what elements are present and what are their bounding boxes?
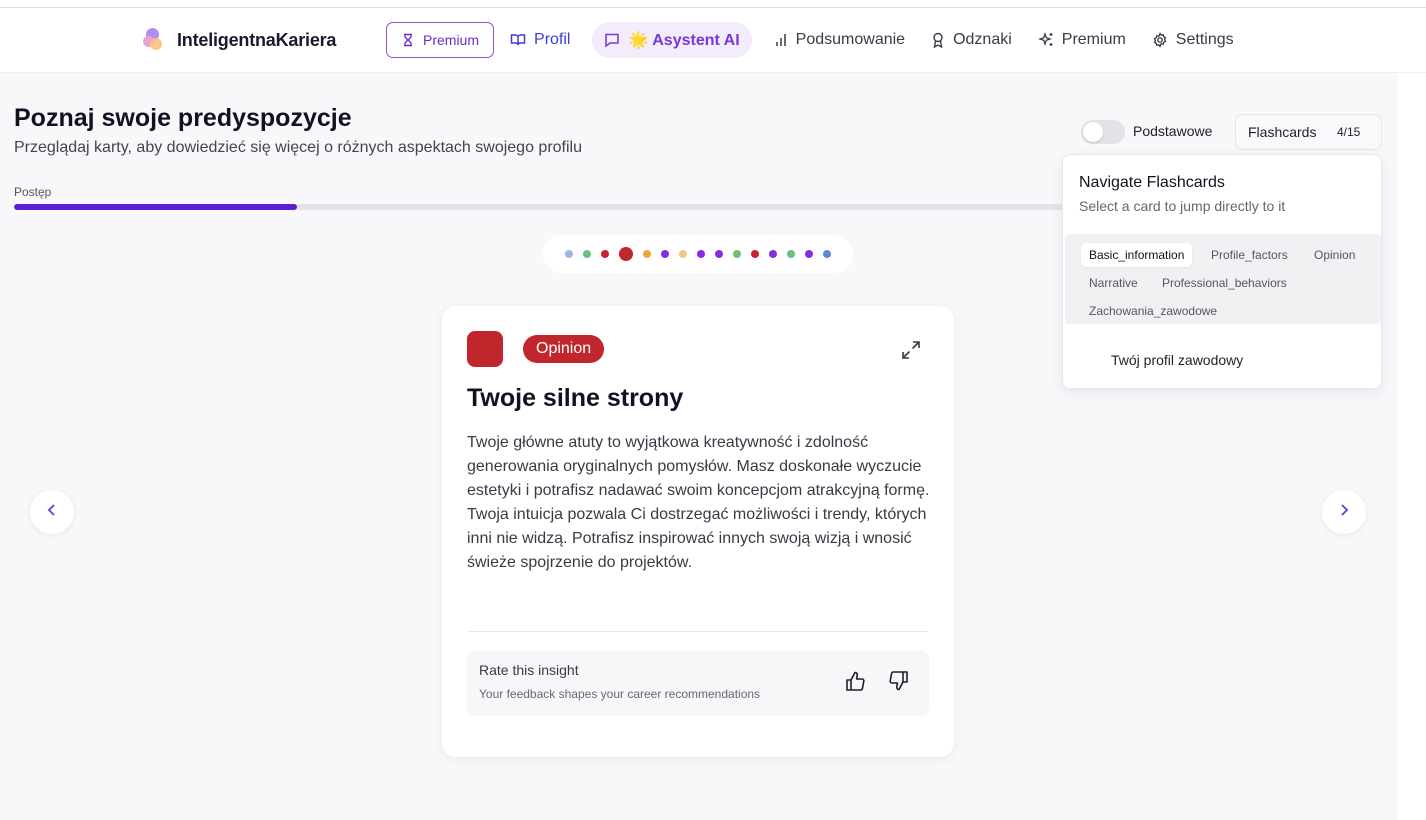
thumbs-up-icon[interactable]: [844, 670, 866, 692]
progress-bar-fill: [14, 204, 297, 210]
indicator-dot-7[interactable]: [679, 250, 687, 258]
next-card-button[interactable]: [1322, 490, 1366, 534]
indicator-dot-10[interactable]: [733, 250, 741, 258]
tab-narrative[interactable]: Narrative: [1081, 271, 1146, 295]
flashcard: Opinion Twoje silne strony Twoje główne …: [442, 306, 954, 757]
indicator-dot-11[interactable]: [751, 250, 759, 258]
main-nav: Premium Profil 🌟 Asystent AI Podsumowani…: [386, 22, 1252, 58]
tab-profile-factors[interactable]: Profile_factors: [1203, 243, 1296, 267]
indicator-dot-12[interactable]: [769, 250, 777, 258]
progress-label: Postęp: [14, 185, 52, 199]
premium-button[interactable]: Premium: [386, 22, 495, 58]
tab-basic-information[interactable]: Basic_information: [1081, 243, 1193, 267]
window-top-edge: [0, 0, 1426, 8]
chat-bubble-icon: [604, 32, 620, 48]
expand-icon[interactable]: [900, 339, 922, 361]
flashcards-button-label: Flashcards: [1248, 124, 1317, 140]
book-icon: [510, 32, 526, 48]
nav-profil-label: Profil: [534, 31, 571, 48]
category-icon: [467, 331, 503, 367]
tab-professional-behaviors[interactable]: Professional_behaviors: [1154, 271, 1295, 295]
nav-odznaki[interactable]: Odznaki: [923, 22, 1020, 58]
indicator-dot-3[interactable]: [601, 250, 609, 258]
rate-subtitle: Your feedback shapes your career recomme…: [479, 687, 761, 701]
rate-insight-panel: Rate this insight Your feedback shapes y…: [467, 650, 929, 716]
gear-icon: [1152, 32, 1168, 48]
card-indicator-dots: [543, 235, 853, 273]
hourglass-icon: [401, 33, 415, 47]
bar-chart-icon: [774, 33, 788, 47]
nav-profil[interactable]: Profil: [502, 22, 578, 58]
page-title: Poznaj swoje predyspozycje: [14, 104, 352, 132]
flashcards-count: 4/15: [1337, 125, 1361, 139]
indicator-dot-15[interactable]: [823, 250, 831, 258]
nav-odznaki-label: Odznaki: [953, 31, 1012, 48]
tab-zachowania-zawodowe[interactable]: Zachowania_zawodowe: [1081, 299, 1225, 323]
nav-premium-label: Premium: [1061, 31, 1126, 48]
popover-title: Navigate Flashcards: [1079, 174, 1225, 191]
popover-subtitle: Select a card to jump directly to it: [1079, 198, 1286, 214]
premium-button-label: Premium: [423, 32, 480, 48]
category-tabs: Basic_information Profile_factors Opinio…: [1065, 234, 1381, 324]
nav-podsumowanie-label: Podsumowanie: [795, 31, 906, 48]
nav-asystent-ai[interactable]: 🌟 Asystent AI: [592, 22, 752, 58]
basic-mode-toggle[interactable]: [1081, 120, 1125, 144]
nav-settings[interactable]: Settings: [1144, 22, 1242, 58]
toggle-label: Podstawowe: [1133, 123, 1213, 139]
flashcards-menu-button[interactable]: Flashcards 4/15: [1235, 114, 1382, 150]
tab-opinion[interactable]: Opinion: [1306, 243, 1363, 267]
nav-podsumowanie[interactable]: Podsumowanie: [766, 22, 913, 58]
indicator-dot-8[interactable]: [697, 250, 705, 258]
thumbs-down-icon[interactable]: [888, 670, 910, 692]
progress-bar: [14, 204, 1074, 210]
rate-title: Rate this insight: [479, 662, 579, 678]
nav-settings-label: Settings: [1175, 31, 1234, 48]
indicator-dot-2[interactable]: [583, 250, 591, 258]
chevron-left-icon: [45, 503, 59, 522]
brand-logo[interactable]: InteligentnaKariera: [143, 27, 336, 53]
nav-asystent-ai-label: 🌟 Asystent AI: [628, 32, 740, 49]
indicator-dot-5[interactable]: [643, 250, 651, 258]
top-navigation-bar: InteligentnaKariera Premium Profil 🌟 Asy…: [0, 8, 1426, 73]
indicator-dot-9[interactable]: [715, 250, 723, 258]
card-body-text: Twoje główne atuty to wyjątkowa kreatywn…: [467, 434, 930, 571]
toggle-knob: [1083, 122, 1103, 142]
card-title: Twoje silne strony: [467, 384, 684, 412]
card-divider: [467, 631, 928, 632]
sparkles-icon: [1037, 32, 1054, 48]
indicator-dot-4[interactable]: [619, 247, 633, 261]
category-badge: Opinion: [523, 335, 605, 363]
brand-name: InteligentnaKariera: [177, 29, 337, 50]
indicator-dot-1[interactable]: [565, 250, 573, 258]
chevron-right-icon: [1337, 503, 1351, 522]
brand-logo-icon: [143, 27, 165, 53]
indicator-dot-14[interactable]: [805, 250, 813, 258]
indicator-dot-13[interactable]: [787, 250, 795, 258]
previous-card-button[interactable]: [30, 490, 74, 534]
flashcard-list-item[interactable]: Twój profil zawodowy: [1111, 352, 1243, 368]
navigate-flashcards-popover: Navigate Flashcards Select a card to jum…: [1062, 154, 1382, 389]
nav-premium[interactable]: Premium: [1030, 22, 1134, 58]
scrollbar-track[interactable]: [1398, 73, 1426, 820]
page-subtitle: Przeglądaj karty, aby dowiedzieć się wię…: [14, 139, 582, 156]
award-icon: [931, 32, 945, 48]
indicator-dot-6[interactable]: [661, 250, 669, 258]
